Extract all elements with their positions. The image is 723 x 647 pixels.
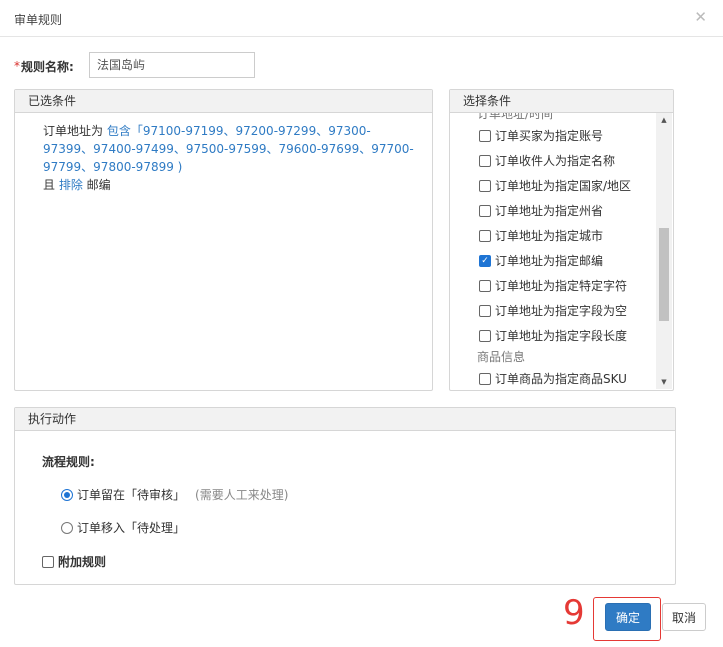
condition-item[interactable]: 订单地址为指定字段为空 — [450, 298, 656, 323]
required-mark: * — [14, 59, 20, 73]
selected-conditions-panel: 已选条件 订单地址为 包含「97100-97199、97200-97299、97… — [14, 89, 433, 391]
title-divider — [0, 36, 723, 37]
condition-item-label: 订单地址为指定字段为空 — [495, 304, 628, 318]
action-header: 执行动作 — [15, 408, 675, 431]
option1-label: 订单留在「待审核」 — [77, 488, 186, 502]
condition-item-label: 订单买家为指定账号 — [495, 129, 604, 143]
close-icon[interactable]: ✕ — [694, 8, 707, 26]
radio-selected[interactable] — [61, 488, 73, 501]
condition-item[interactable]: 订单收件人为指定名称 — [450, 148, 656, 173]
cancel-button[interactable]: 取消 — [662, 603, 706, 631]
scroll-up-icon[interactable]: ▲ — [656, 113, 672, 127]
choose-conditions-panel: 选择条件 订单地址/时间 订单买家为指定账号 订单收件人为指定名称订单地址为指定国… — [449, 89, 674, 391]
condition-item-product-sku[interactable]: 订单商品为指定商品SKU — [450, 366, 656, 389]
scroll-thumb[interactable] — [659, 228, 669, 321]
checkbox[interactable] — [479, 372, 491, 385]
condition-item[interactable]: ✓ 订单地址为指定邮编 — [450, 248, 656, 273]
radio-unselected[interactable] — [61, 521, 73, 534]
option-keep-pending-review[interactable]: 订单留在「待审核」 (需要人工来处理) — [61, 486, 288, 503]
choose-conditions-header: 选择条件 — [450, 90, 673, 113]
checkbox[interactable] — [479, 229, 491, 242]
extra-rule-checkbox[interactable] — [42, 555, 54, 568]
condition-list-content: 订单地址/时间 订单买家为指定账号 订单收件人为指定名称订单地址为指定国家/地区订… — [450, 113, 656, 389]
group-product: 商品信息 — [477, 350, 526, 364]
condition-items: 订单买家为指定账号 订单收件人为指定名称订单地址为指定国家/地区 订单地址为指定州省… — [450, 123, 656, 348]
option2-label: 订单移入「待处理」 — [77, 521, 186, 535]
checkbox[interactable] — [479, 304, 491, 317]
step-number-annotation: 9 — [563, 593, 585, 633]
scroll-down-icon[interactable]: ▼ — [656, 375, 672, 389]
condition-line-address: 订单地址为 包含「97100-97199、97200-97299、97300-9… — [43, 122, 419, 176]
checkbox[interactable] — [479, 204, 491, 217]
condition-item-label: 订单地址为指定特定字符 — [495, 279, 628, 293]
checkbox[interactable] — [479, 329, 491, 342]
checkbox[interactable] — [479, 129, 491, 142]
checkbox[interactable] — [479, 154, 491, 167]
condition-and: 且 — [43, 178, 59, 192]
condition-item[interactable]: 订单地址为指定国家/地区 — [450, 173, 656, 198]
selected-conditions-header: 已选条件 — [15, 90, 432, 113]
condition-item-label: 订单地址为指定城市 — [495, 229, 604, 243]
checkbox[interactable] — [479, 179, 491, 192]
checkbox[interactable] — [479, 279, 491, 292]
rule-name-input[interactable]: 法国岛屿 — [89, 52, 255, 78]
group-address: 订单地址/时间 — [477, 113, 554, 121]
condition-item-label: 订单地址为指定邮编 — [495, 254, 604, 268]
condition-item-label: 订单收件人为指定名称 — [495, 154, 616, 168]
condition-item[interactable]: 订单地址为指定字段长度 — [450, 323, 656, 348]
condition-field: 邮编 — [82, 178, 111, 192]
condition-item-label: 订单商品为指定商品SKU — [495, 372, 627, 386]
condition-op-include[interactable]: 包含 — [107, 124, 131, 138]
condition-item[interactable]: 订单买家为指定账号 — [450, 123, 656, 148]
condition-subject: 订单地址为 — [43, 124, 107, 138]
condition-item[interactable]: 订单地址为指定州省 — [450, 198, 656, 223]
extra-rule-label: 附加规则 — [58, 555, 107, 569]
condition-list: 订单地址/时间 订单买家为指定账号 订单收件人为指定名称订单地址为指定国家/地区订… — [450, 113, 656, 389]
condition-op-exclude[interactable]: 排除 — [59, 178, 83, 192]
option-move-to-processing[interactable]: 订单移入「待处理」 — [61, 519, 185, 536]
condition-item-label: 订单地址为指定字段长度 — [495, 329, 628, 343]
action-panel: 执行动作 流程规则: 订单留在「待审核」 (需要人工来处理) 订单移入「待处理」… — [14, 407, 676, 585]
confirm-button[interactable]: 确定 — [605, 603, 651, 631]
option1-hint: (需要人工来处理) — [195, 488, 289, 502]
condition-scrollbar[interactable]: ▲ ▼ — [656, 113, 672, 389]
checkbox-checked[interactable]: ✓ — [479, 254, 491, 267]
condition-item-label: 订单地址为指定国家/地区 — [495, 179, 632, 193]
condition-item-label: 订单地址为指定州省 — [495, 204, 604, 218]
flow-rule-label: 流程规则: — [42, 455, 95, 469]
condition-line-exclude: 且 排除 邮编 — [43, 176, 419, 194]
rule-name-label: 规则名称: — [21, 59, 74, 74]
selected-conditions-body: 订单地址为 包含「97100-97199、97200-97299、97300-9… — [15, 113, 432, 194]
condition-item[interactable]: 订单地址为指定特定字符 — [450, 273, 656, 298]
dialog-title: 审单规则 — [14, 13, 63, 27]
rule-name-row: * 规则名称: 法国岛屿 — [14, 52, 255, 80]
extra-rule-checkbox-row[interactable]: 附加规则 — [42, 553, 106, 570]
condition-item[interactable]: 订单地址为指定城市 — [450, 223, 656, 248]
